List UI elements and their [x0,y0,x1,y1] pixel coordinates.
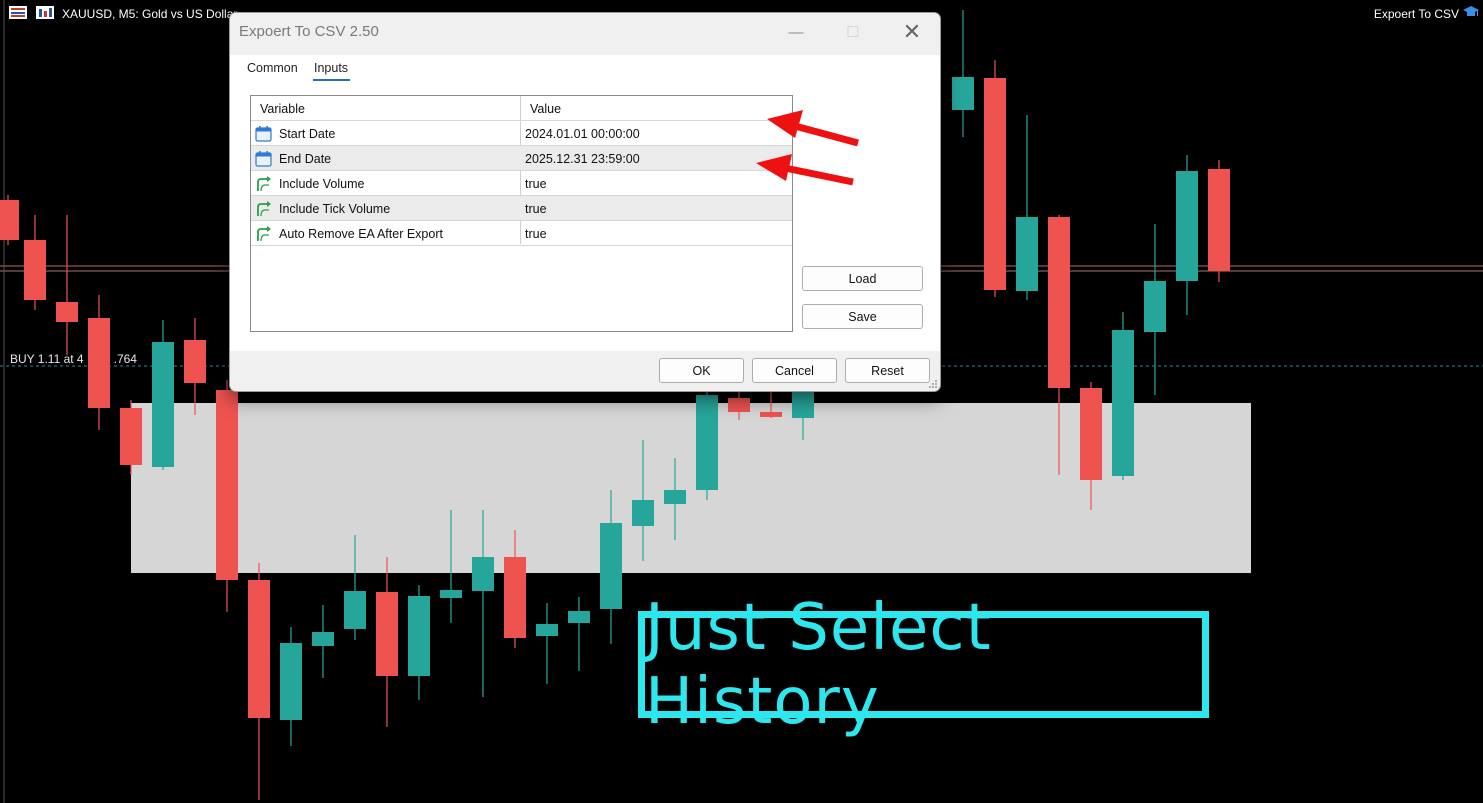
bear-candle [376,592,398,676]
bear-candle [760,412,782,417]
bear-candle [504,557,526,638]
bull-candle [152,342,174,467]
bull-candle [600,523,622,609]
reset-button[interactable]: Reset [845,358,930,383]
bull-candle [312,632,334,646]
tab-common[interactable]: Common [247,61,298,75]
dialog-body: Common Inputs Variable Value Start Date … [230,55,940,351]
bear-candle [56,302,78,322]
bull-candle [1112,330,1134,476]
inputs-table: Variable Value Start Date 2024.01.01 00:… [250,95,793,332]
bull-candle [568,611,590,623]
bear-candle [216,390,238,580]
maximize-button[interactable]: ☐ [833,17,873,47]
bear-candle [120,408,142,465]
bull-candle [536,624,558,636]
bool-arrow-icon [257,226,271,242]
close-button[interactable]: ✕ [892,17,932,47]
calendar-icon [255,151,272,167]
bull-candle [1016,217,1038,291]
inputs-dialog: Expoert To CSV 2.50 — ☐ ✕ Common Inputs … [229,12,941,392]
bull-candle [792,390,814,418]
bull-candle [440,590,462,598]
trade-level-label: BUY 1.11 at 4.764 [10,352,137,366]
bear-candle [984,78,1006,290]
table-header: Variable Value [251,96,792,121]
column-header-variable[interactable]: Variable [260,102,305,116]
variable-value[interactable]: 2025.12.31 23:59:00 [525,152,640,166]
bull-candle [952,77,974,110]
chart-window: XAUUSD, M5: Gold vs US Dollar Expoert To… [0,0,1483,803]
variable-name: Auto Remove EA After Export [279,227,443,241]
bull-candle [280,643,302,720]
resize-grip-icon[interactable] [928,379,938,389]
minimize-button[interactable]: — [776,17,816,47]
bull-candle [664,490,686,504]
save-button[interactable]: Save [802,304,923,329]
caption-box: Just Select History [638,591,1209,739]
bull-candle [408,596,430,676]
bear-candle [0,200,19,240]
bear-candle [184,340,206,383]
bear-candle [728,398,750,412]
ok-button[interactable]: OK [659,358,744,383]
variable-name: Include Tick Volume [279,202,391,216]
bull-candle [632,500,654,526]
menu-icon[interactable] [9,6,27,19]
table-row[interactable]: End Date 2025.12.31 23:59:00 [251,146,792,171]
chart-type-icon[interactable] [36,6,54,19]
bear-candle [1048,217,1070,388]
dialog-title: Expoert To CSV 2.50 [239,23,379,40]
bull-candle [1176,171,1198,281]
bear-candle [1208,169,1230,271]
variable-value[interactable]: true [525,227,547,241]
expert-name: Expoert To CSV [1373,7,1459,21]
bull-candle [344,591,366,629]
bool-arrow-icon [257,201,271,217]
variable-value[interactable]: 2024.01.01 00:00:00 [525,127,640,141]
load-button[interactable]: Load [802,266,923,291]
variable-value[interactable]: true [525,202,547,216]
bull-candle [696,395,718,490]
bear-candle [1080,388,1102,480]
bool-arrow-icon [257,176,271,192]
table-row[interactable]: Include Tick Volume true [251,196,792,221]
table-row[interactable]: Auto Remove EA After Export true [251,221,792,246]
dialog-titlebar[interactable]: Expoert To CSV 2.50 — ☐ ✕ [230,13,940,51]
variable-value[interactable]: true [525,177,547,191]
variable-name: End Date [279,152,332,166]
column-header-value[interactable]: Value [530,102,561,116]
calendar-icon [255,126,272,142]
table-row[interactable]: Include Volume true [251,171,792,196]
variable-name: Start Date [279,127,336,141]
bear-candle [248,580,270,718]
variable-name: Include Volume [279,177,365,191]
bear-candle [24,240,46,300]
caption-text: Just Select History [645,590,992,739]
graduation-hat-icon[interactable] [1463,5,1479,19]
active-tab-indicator [313,79,350,81]
bull-candle [472,557,494,591]
tab-inputs[interactable]: Inputs [314,61,348,75]
table-row[interactable]: Start Date 2024.01.01 00:00:00 [251,121,792,146]
bull-candle [1144,281,1166,332]
cancel-button[interactable]: Cancel [752,358,837,383]
chart-symbol: XAUUSD, M5: Gold vs US Dollar [62,7,238,21]
